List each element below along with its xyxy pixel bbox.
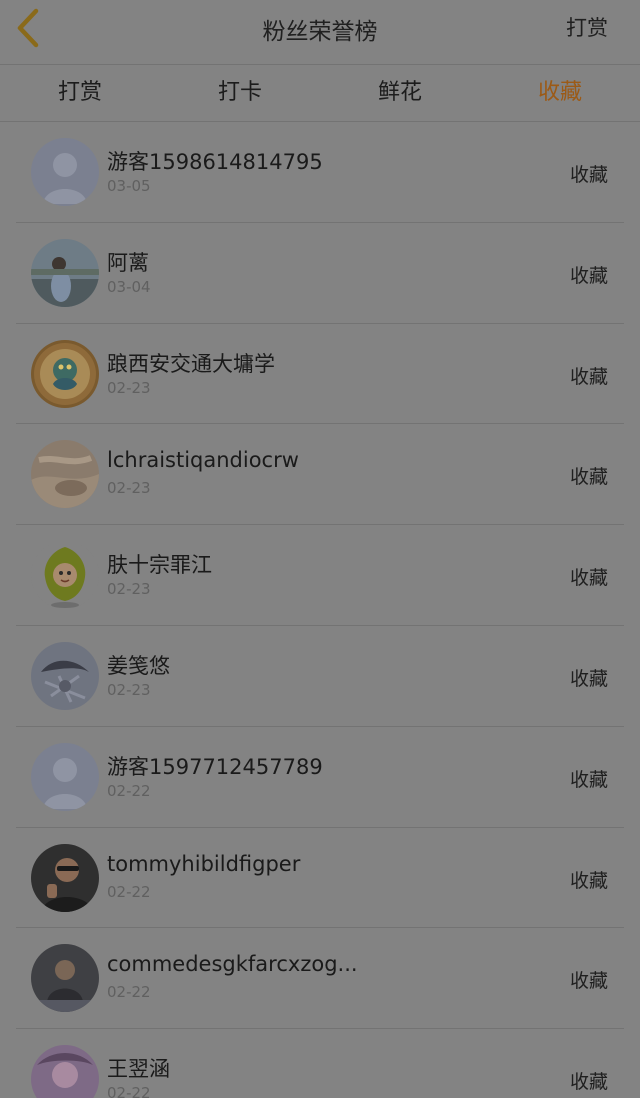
fan-name: 肤十宗罪江 [107,553,212,578]
fan-name: 踉西安交通大墉学 [107,351,275,376]
fan-action: 收藏 [569,667,608,690]
fan-name: lchraistiqandiocrw [107,448,299,473]
default-avatar-icon [31,742,99,811]
photo-icon [31,238,99,307]
fan-date: 02-22 [107,882,151,901]
fan-date: 02-23 [107,680,151,699]
list-item[interactable]: tommyhibildfigper 02-22 收藏 [0,828,640,929]
tab-bar: 打赏 打卡 鲜花 收藏 [0,65,640,122]
default-avatar-icon [31,138,99,206]
avatar[interactable] [31,641,99,710]
photo-icon [31,843,99,912]
avatar[interactable] [31,440,99,509]
list-item[interactable]: 阿蓠 03-04 收藏 [0,223,640,324]
fan-action: 收藏 [569,164,608,186]
photo-icon [31,1045,99,1098]
list-item[interactable]: 踉西安交通大墉学 02-23 收藏 [0,324,640,425]
fan-action: 收藏 [569,869,608,892]
fan-name: 游客1597712457789 [107,754,323,779]
fan-action: 收藏 [569,768,608,791]
page-title: 粉丝荣誉榜 [262,19,378,45]
cartoon-icon [31,541,99,610]
list-item[interactable]: 肤十宗罪江 02-23 收藏 [0,525,640,626]
fan-name: 王翌涵 [107,1057,170,1082]
fan-name: tommyhibildfigper [107,851,301,876]
avatar[interactable] [31,944,99,1013]
tab-favorites[interactable]: 收藏 [480,65,640,121]
avatar[interactable] [31,238,99,307]
list-item[interactable]: 姜笺悠 02-23 收藏 [0,626,640,727]
back-button[interactable] [8,6,52,50]
fan-action: 收藏 [569,1071,608,1094]
photo-icon [31,440,99,509]
list-item[interactable]: 游客1597712457789 02-22 收藏 [0,727,640,828]
fan-date: 02-23 [107,580,151,599]
avatar[interactable] [31,1045,99,1098]
fan-date: 02-23 [107,378,151,397]
tab-flowers[interactable]: 鲜花 [320,65,480,121]
fan-date: 02-22 [107,983,151,1002]
list-item[interactable]: commedesgkfarcxzog... 02-22 收藏 [0,928,640,1029]
list-item[interactable]: lchraistiqandiocrw 02-23 收藏 [0,424,640,525]
avatar[interactable] [31,843,99,912]
fan-date: 03-05 [107,177,151,195]
fan-action: 收藏 [569,567,608,590]
avatar[interactable] [31,541,99,610]
avatar[interactable] [31,138,99,206]
fan-name: 游客1598614814795 [107,150,323,174]
fan-date: 02-23 [107,479,151,498]
fan-action: 收藏 [569,365,608,388]
list-item[interactable]: 游客1598614814795 03-05 收藏 [0,122,640,223]
avatar[interactable] [31,339,99,408]
fan-date: 03-04 [107,277,151,296]
fan-name: 阿蓠 [107,250,149,275]
fan-date: 02-22 [107,781,151,800]
photo-icon [31,641,99,710]
fan-action: 收藏 [569,970,608,993]
tab-checkin[interactable]: 打卡 [160,65,320,121]
chevron-left-icon [17,8,39,48]
reward-button[interactable]: 打赏 [566,12,608,42]
emblem-icon [31,339,99,408]
fan-action: 收藏 [569,466,608,489]
photo-icon [31,944,99,1013]
fan-name: 姜笺悠 [107,653,170,678]
fan-date: 02-22 [107,1084,151,1098]
fan-honor-page: 粉丝荣誉榜 打赏 打赏 打卡 鲜花 收藏 游客1598614814795 03-… [0,0,640,1098]
fan-name: commedesgkfarcxzog... [107,952,358,977]
navigation-bar: 粉丝荣誉榜 打赏 [0,0,640,65]
avatar[interactable] [31,742,99,811]
list-item[interactable]: 王翌涵 02-22 收藏 [0,1029,640,1098]
fan-list: 游客1598614814795 03-05 收藏 阿蓠 03-04 收藏 踉西安… [0,122,640,1098]
fan-action: 收藏 [569,264,608,287]
tab-reward[interactable]: 打赏 [0,65,160,121]
